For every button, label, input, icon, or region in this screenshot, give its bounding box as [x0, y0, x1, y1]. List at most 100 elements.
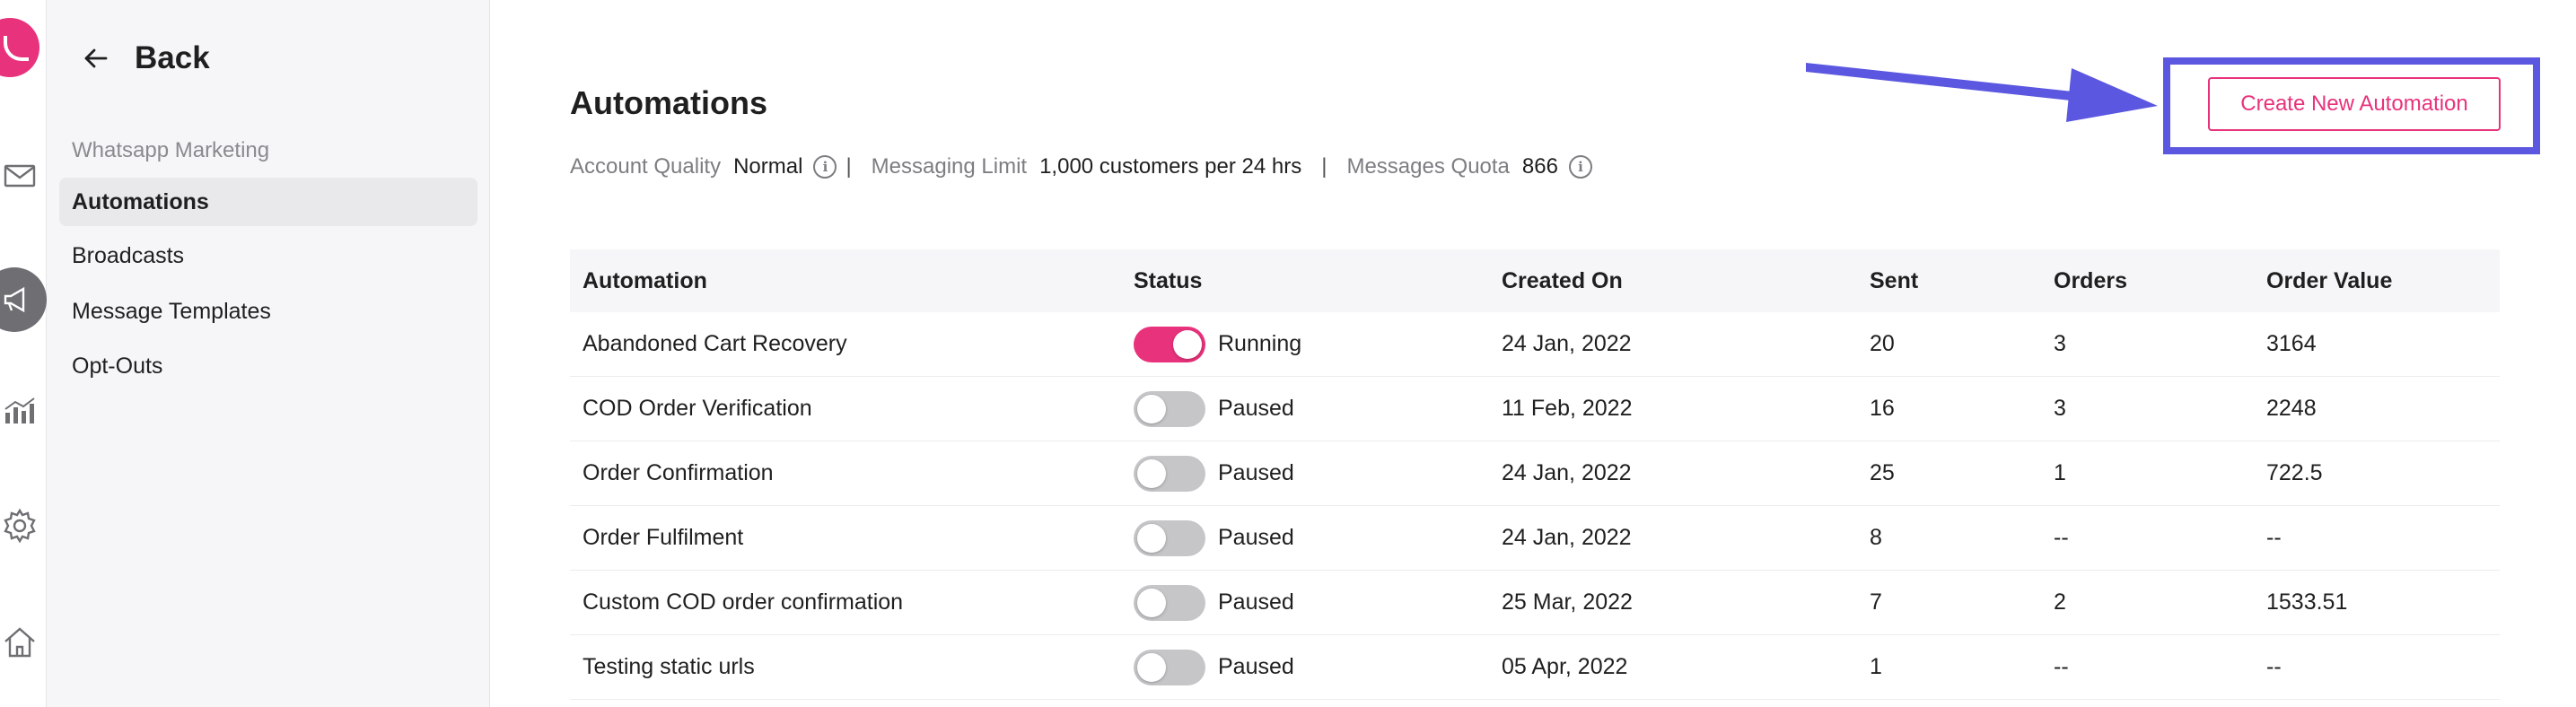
sidebar-item-broadcasts[interactable]: Broadcasts: [59, 231, 478, 280]
meta-separator: |: [846, 154, 852, 179]
table-row[interactable]: Custom COD order confirmation Paused 25 Ma…: [570, 571, 2500, 635]
orders-count: 1: [2054, 460, 2066, 485]
orders-count: 3: [2054, 331, 2066, 356]
created-on: 11 Feb, 2022: [1502, 396, 1633, 421]
create-new-automation-button[interactable]: Create New Automation: [2208, 77, 2501, 131]
sidebar: Back Whatsapp Marketing Automations Broa…: [47, 0, 490, 707]
column-header[interactable]: Automation: [570, 268, 1121, 294]
gear-icon[interactable]: [0, 506, 39, 546]
table-row[interactable]: Testing static urls Paused 05 Apr, 2022 1 --…: [570, 635, 2500, 700]
order-value: 2248: [2266, 396, 2317, 421]
automation-name[interactable]: Abandoned Cart Recovery: [570, 331, 1121, 357]
status-toggle[interactable]: [1134, 326, 1205, 362]
toggle-knob: [1137, 588, 1166, 617]
created-on: 24 Jan, 2022: [1502, 331, 1632, 356]
sent-count: 25: [1870, 460, 1895, 485]
orders-count: --: [2054, 525, 2069, 550]
status-toggle[interactable]: [1134, 455, 1205, 492]
table-row[interactable]: Abandoned Cart Recovery Running 24 Jan, 20…: [570, 312, 2500, 377]
order-value: --: [2266, 654, 2282, 679]
account-quality-label: Account Quality: [570, 154, 722, 179]
home-icon[interactable]: [0, 623, 39, 662]
sent-count: 20: [1870, 331, 1895, 356]
info-icon[interactable]: i: [1568, 155, 1592, 179]
created-on: 24 Jan, 2022: [1502, 460, 1632, 485]
megaphone-icon[interactable]: [0, 267, 47, 332]
status-text: Paused: [1218, 589, 1294, 615]
order-value: 3164: [2266, 331, 2317, 356]
toggle-knob: [1137, 458, 1166, 488]
order-value: --: [2266, 525, 2282, 550]
main-content: Automations Account Quality Normal i | M…: [490, 0, 2576, 707]
back-button[interactable]: Back: [81, 36, 210, 81]
orders-count: 3: [2054, 396, 2066, 421]
account-quality-value: Normal: [733, 154, 803, 179]
table-row[interactable]: Order Fulfilment Paused 24 Jan, 2022 8 -- --: [570, 506, 2500, 571]
mail-icon[interactable]: [0, 156, 39, 196]
order-value: 1533.51: [2266, 589, 2348, 615]
sidebar-item-opt-outs[interactable]: Opt-Outs: [59, 342, 478, 390]
meta-separator: |: [1321, 154, 1327, 179]
toggle-knob: [1173, 329, 1202, 359]
orders-count: 2: [2054, 589, 2066, 615]
column-header[interactable]: Sent: [1857, 268, 2041, 294]
table-body: Abandoned Cart Recovery Running 24 Jan, 20…: [570, 312, 2500, 700]
automation-name[interactable]: Order Fulfilment: [570, 525, 1121, 551]
status-text: Paused: [1218, 396, 1294, 421]
column-header[interactable]: Status: [1121, 268, 1489, 294]
status-cell: Paused: [1121, 455, 1489, 492]
info-icon[interactable]: i: [813, 155, 837, 179]
status-toggle[interactable]: [1134, 390, 1205, 427]
messages-quota-value: 866: [1521, 154, 1558, 179]
toggle-knob: [1137, 523, 1166, 553]
column-header[interactable]: Created On: [1489, 268, 1857, 294]
orders-count: --: [2054, 654, 2069, 679]
sent-count: 8: [1870, 525, 1882, 550]
table-row[interactable]: Order Confirmation Paused 24 Jan, 2022 25 1 7…: [570, 441, 2500, 506]
automation-name[interactable]: Custom COD order confirmation: [570, 589, 1121, 615]
arrow-left-icon: [84, 48, 108, 68]
automation-name[interactable]: COD Order Verification: [570, 396, 1121, 422]
automation-name[interactable]: Testing static urls: [570, 654, 1121, 680]
status-text: Paused: [1218, 654, 1294, 679]
status-cell: Paused: [1121, 519, 1489, 556]
status-cell: Paused: [1121, 649, 1489, 685]
sidebar-item-message-templates[interactable]: Message Templates: [59, 287, 478, 336]
toggle-knob: [1137, 652, 1166, 682]
status-text: Paused: [1218, 525, 1294, 550]
messages-quota-label: Messages Quota: [1346, 154, 1510, 179]
messaging-limit-value: 1,000 customers per 24 hrs: [1039, 154, 1302, 179]
created-on: 25 Mar, 2022: [1502, 589, 1633, 615]
analytics-icon[interactable]: [0, 389, 39, 429]
toggle-knob: [1137, 394, 1166, 423]
annotation-arrow-icon: [1806, 63, 2158, 122]
page-title: Automations: [570, 84, 767, 121]
back-label: Back: [135, 40, 210, 75]
sidebar-item-automations[interactable]: Automations: [59, 178, 478, 226]
created-on: 24 Jan, 2022: [1502, 525, 1632, 550]
messaging-limit-label: Messaging Limit: [871, 154, 1028, 179]
status-cell: Paused: [1121, 584, 1489, 621]
sent-count: 7: [1870, 589, 1882, 615]
automations-table: Automation Status Created On Sent Orders…: [570, 249, 2500, 700]
order-value: 722.5: [2266, 460, 2323, 485]
column-header[interactable]: Order Value: [2254, 268, 2500, 294]
sent-count: 1: [1870, 654, 1882, 679]
status-text: Paused: [1218, 460, 1294, 485]
brand-logo[interactable]: [0, 18, 39, 77]
status-cell: Paused: [1121, 390, 1489, 427]
status-toggle[interactable]: [1134, 584, 1205, 621]
sent-count: 16: [1870, 396, 1895, 421]
status-toggle[interactable]: [1134, 649, 1205, 685]
table-header: Automation Status Created On Sent Orders…: [570, 249, 2500, 312]
status-toggle[interactable]: [1134, 519, 1205, 556]
section-label: Whatsapp Marketing: [72, 138, 270, 162]
status-cell: Running: [1121, 326, 1489, 362]
account-meta: Account Quality Normal i | Messaging Lim…: [570, 153, 1592, 181]
icon-rail: [0, 0, 47, 707]
column-header[interactable]: Orders: [2041, 268, 2254, 294]
status-text: Running: [1218, 331, 1302, 356]
table-row[interactable]: COD Order Verification Paused 11 Feb, 2022…: [570, 377, 2500, 441]
automation-name[interactable]: Order Confirmation: [570, 460, 1121, 486]
created-on: 05 Apr, 2022: [1502, 654, 1628, 679]
